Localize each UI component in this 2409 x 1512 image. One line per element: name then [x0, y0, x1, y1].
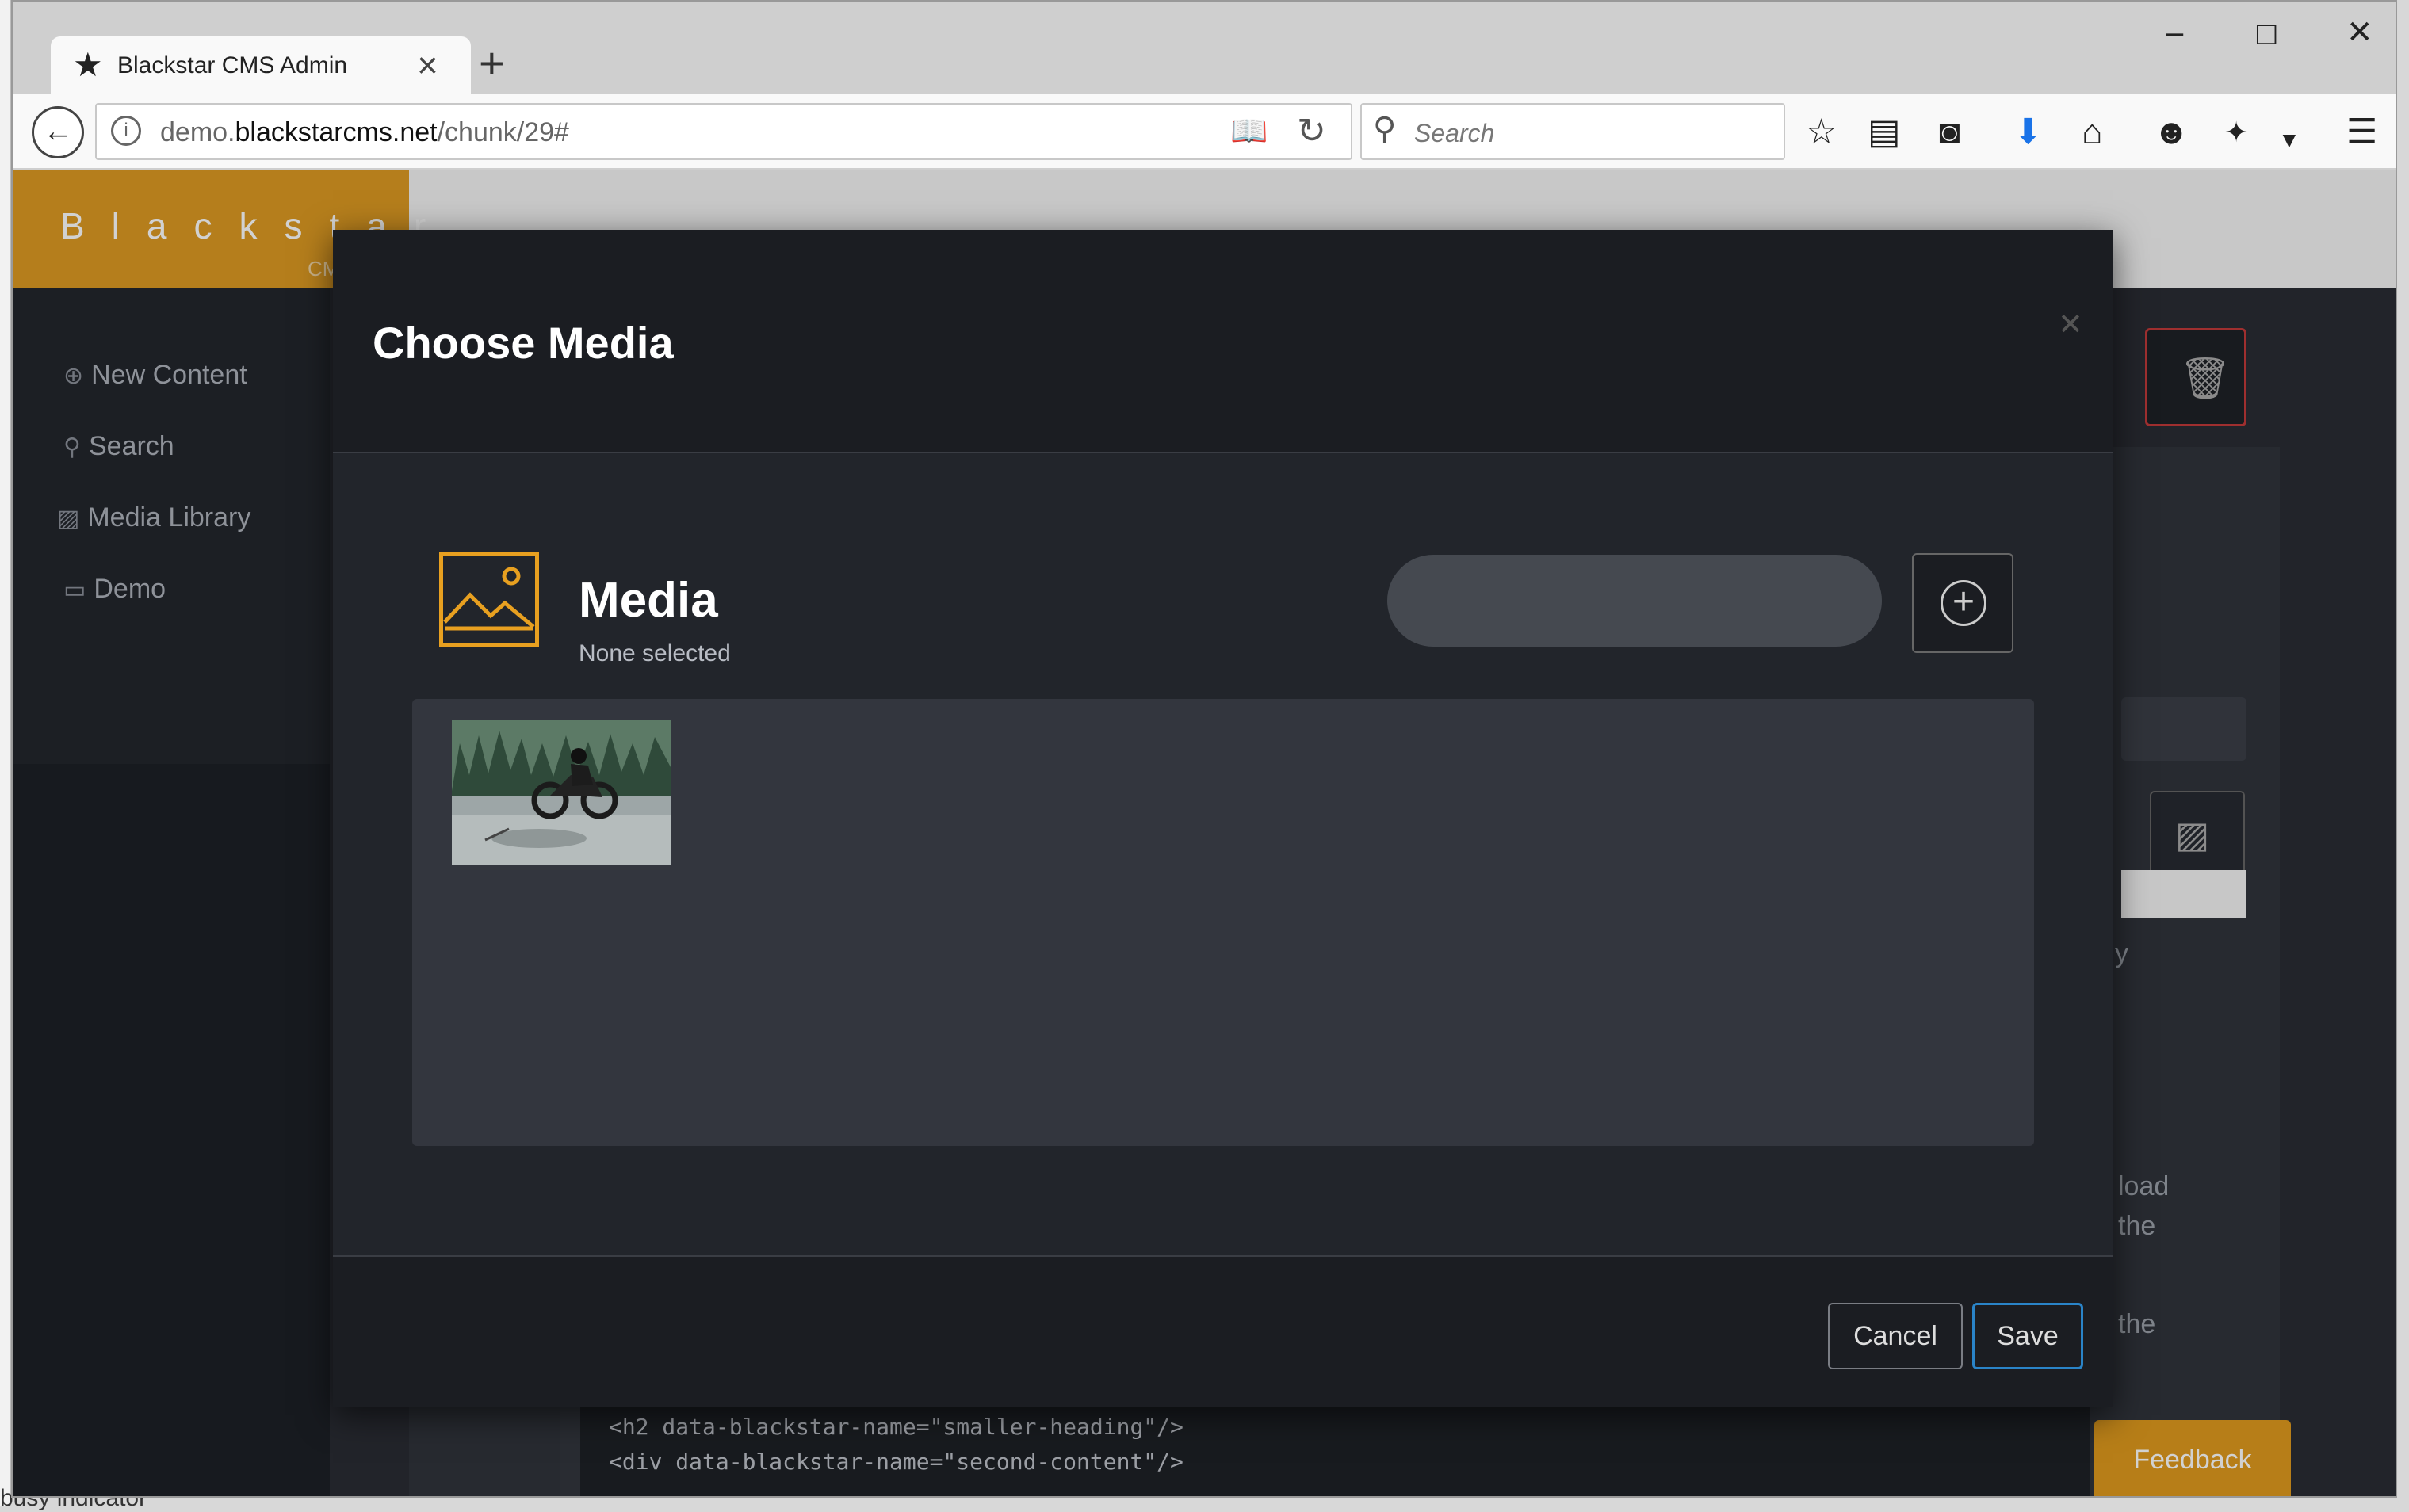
media-icon: [439, 552, 539, 647]
plus-circle-icon: +: [1941, 580, 1986, 626]
browser-search-box[interactable]: ⚲ Search: [1360, 103, 1785, 160]
close-icon[interactable]: ✕: [2058, 309, 2083, 341]
divider: [333, 1255, 2113, 1257]
reader-view-icon[interactable]: 📖: [1230, 114, 1268, 149]
media-thumbnail[interactable]: [452, 720, 671, 865]
background-window-strip: busy indicator: [0, 0, 147, 1511]
add-media-button[interactable]: +: [1912, 553, 2013, 653]
minimize-icon[interactable]: –: [2166, 13, 2183, 52]
star-icon: ★: [73, 46, 103, 83]
search-icon: ⚲: [1373, 112, 1397, 147]
maximize-icon[interactable]: ☐: [2254, 16, 2278, 55]
media-selection-status: None selected: [579, 640, 731, 666]
menu-icon[interactable]: ☰: [2346, 113, 2377, 152]
new-tab-icon[interactable]: +: [479, 40, 505, 87]
browser-window: ★ Blackstar CMS Admin × + – ☐ ✕ ← i demo…: [11, 0, 2397, 1498]
url-bar[interactable]: i demo.blackstarcms.net/chunk/29# 📖 ↻: [95, 103, 1352, 160]
tab-title: Blackstar CMS Admin: [117, 52, 348, 78]
reading-list-icon[interactable]: ▤: [1868, 113, 1901, 152]
info-icon[interactable]: i: [111, 116, 141, 146]
bookmark-star-icon[interactable]: ☆: [1806, 113, 1837, 152]
emoji-icon[interactable]: ☻: [2153, 113, 2189, 152]
choose-media-modal: Choose Media ✕ Media None selected + Can…: [333, 230, 2113, 1407]
download-icon[interactable]: ⬇: [2013, 113, 2043, 152]
nav-bar: ← i demo.blackstarcms.net/chunk/29# 📖 ↻ …: [13, 94, 2396, 170]
save-button[interactable]: Save: [1972, 1303, 2083, 1369]
page-content: Blackstar CMS ⊕ New Content ⚲ Search ▨ Medi…: [13, 170, 2396, 1496]
pocket-icon[interactable]: ◙: [1939, 113, 1960, 152]
close-tab-icon[interactable]: ×: [417, 43, 438, 87]
dropdown-chevron-icon[interactable]: ▼: [2278, 120, 2300, 160]
home-icon[interactable]: ⌂: [2082, 113, 2103, 152]
browser-tab[interactable]: ★ Blackstar CMS Admin ×: [51, 36, 471, 95]
close-window-icon[interactable]: ✕: [2346, 13, 2373, 52]
search-placeholder: Search: [1414, 119, 1495, 147]
modal-body: Media None selected +: [333, 453, 2113, 1255]
modal-title: Choose Media: [373, 318, 674, 368]
media-search-input[interactable]: [1387, 555, 1882, 647]
back-button[interactable]: ←: [32, 106, 84, 158]
url-text: demo.blackstarcms.net/chunk/29#: [160, 117, 569, 147]
reload-icon[interactable]: ↻: [1297, 111, 1326, 151]
media-title: Media: [579, 573, 718, 628]
tab-bar: ★ Blackstar CMS Admin × + – ☐ ✕: [13, 2, 2396, 95]
media-grid: [412, 699, 2034, 1146]
extension-icon[interactable]: ✦: [2224, 113, 2248, 152]
cancel-button[interactable]: Cancel: [1828, 1303, 1963, 1369]
